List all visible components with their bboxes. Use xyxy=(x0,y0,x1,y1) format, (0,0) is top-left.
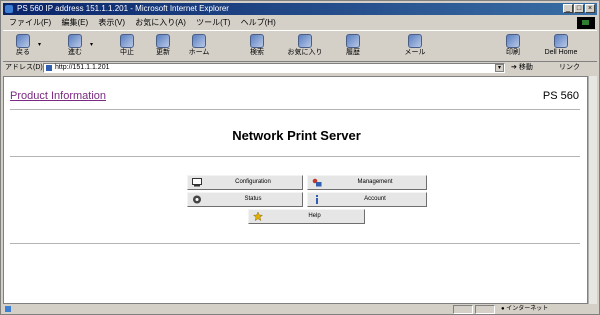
dell-home-icon xyxy=(554,34,568,48)
maximize-button[interactable]: □ xyxy=(574,4,584,13)
zone-label: インターネット xyxy=(506,306,549,312)
management-label: Management xyxy=(357,179,393,185)
home-button[interactable]: ホーム xyxy=(185,33,213,59)
status-label: Status xyxy=(244,196,262,202)
back-button[interactable]: 戻る ▾ xyxy=(9,33,41,59)
window-title: PS 560 IP address 151.1.1.201 - Microsof… xyxy=(17,4,229,13)
address-label: アドレス(D) xyxy=(5,64,43,71)
history-label: 履歴 xyxy=(346,49,360,56)
mail-icon xyxy=(408,34,422,48)
mail-label: メール xyxy=(404,49,426,56)
close-button[interactable]: × xyxy=(585,4,595,13)
search-icon xyxy=(250,34,264,48)
dell-home-button[interactable]: Dell Home xyxy=(541,33,581,59)
help-label: Help xyxy=(308,213,321,219)
go-button[interactable]: ➔ 移動 xyxy=(511,62,533,74)
home-label: ホーム xyxy=(188,49,210,56)
forward-button[interactable]: 進む ▾ xyxy=(61,33,93,59)
search-label: 検索 xyxy=(250,49,264,56)
internet-explorer-icon xyxy=(5,5,13,13)
menu-edit[interactable]: 編集(E) xyxy=(61,18,88,27)
home-icon xyxy=(192,34,206,48)
configuration-icon xyxy=(192,178,202,187)
page-content: Product Information PS 560 Network Print… xyxy=(3,76,588,304)
browser-window: PS 560 IP address 151.1.1.201 - Microsof… xyxy=(0,0,600,315)
favorites-button[interactable]: お気に入り xyxy=(285,33,325,59)
status-pane xyxy=(475,305,495,314)
help-icon xyxy=(253,212,263,221)
status-pane xyxy=(453,305,473,314)
menu-file[interactable]: ファイル(F) xyxy=(9,18,51,27)
go-arrow-icon: ➔ xyxy=(511,64,517,71)
refresh-label: 更新 xyxy=(156,49,170,56)
address-dropdown-icon[interactable]: ▾ xyxy=(495,64,504,72)
vertical-scrollbar[interactable] xyxy=(588,76,597,304)
page-title: Network Print Server xyxy=(232,128,361,143)
globe-icon: ● xyxy=(501,306,505,312)
address-url[interactable]: http://151.1.1.201 xyxy=(55,62,110,74)
menu-help[interactable]: ヘルプ(H) xyxy=(241,18,276,27)
page-done-icon xyxy=(5,306,11,312)
management-icon xyxy=(312,178,322,187)
security-zone: ● インターネット xyxy=(501,305,548,314)
history-icon xyxy=(346,34,360,48)
mail-button[interactable]: メール xyxy=(401,33,429,59)
status-icon xyxy=(193,195,201,204)
address-input[interactable]: http://151.1.1.201 xyxy=(43,63,505,73)
account-button[interactable]: Account xyxy=(307,192,427,207)
help-button[interactable]: Help xyxy=(248,209,365,224)
title-bar[interactable]: PS 560 IP address 151.1.1.201 - Microsof… xyxy=(3,3,597,15)
favorites-label: お気に入り xyxy=(287,49,323,56)
dell-home-label: Dell Home xyxy=(544,49,578,56)
refresh-icon xyxy=(156,34,170,48)
menu-tools[interactable]: ツール(T) xyxy=(196,18,230,27)
address-bar: アドレス(D) http://151.1.1.201 ▾ ➔ 移動 リンク xyxy=(3,62,597,74)
page-icon xyxy=(46,65,52,71)
forward-arrow-icon xyxy=(68,34,82,48)
refresh-button[interactable]: 更新 xyxy=(149,33,177,59)
links-button[interactable]: リンク xyxy=(559,62,580,74)
forward-label: 進む xyxy=(68,49,82,56)
back-label: 戻る xyxy=(16,49,30,56)
section-divider xyxy=(10,156,580,157)
windows-logo-icon xyxy=(577,17,595,29)
configuration-label: Configuration xyxy=(235,179,271,185)
chevron-down-icon[interactable]: ▾ xyxy=(38,41,41,48)
menu-view[interactable]: 表示(V) xyxy=(98,18,125,27)
account-label: Account xyxy=(364,196,386,202)
stop-icon xyxy=(120,34,134,48)
back-arrow-icon xyxy=(16,34,30,48)
model-name: PS 560 xyxy=(542,90,579,102)
product-information-link[interactable]: Product Information xyxy=(10,90,106,102)
menu-favorites[interactable]: お気に入り(A) xyxy=(135,18,186,27)
configuration-button[interactable]: Configuration xyxy=(187,175,303,190)
print-icon xyxy=(506,34,520,48)
chevron-down-icon[interactable]: ▾ xyxy=(90,41,93,48)
favorites-icon xyxy=(298,34,312,48)
print-label: 印刷 xyxy=(506,49,520,56)
minimize-button[interactable]: _ xyxy=(563,4,573,13)
stop-button[interactable]: 中止 xyxy=(113,33,141,59)
status-bar: ● インターネット xyxy=(3,305,597,314)
management-button[interactable]: Management xyxy=(307,175,427,190)
go-label: 移動 xyxy=(518,64,533,71)
menu-bar: ファイル(F) 編集(E) 表示(V) お気に入り(A) ツール(T) ヘルプ(… xyxy=(3,16,597,29)
toolbar: 戻る ▾ 進む ▾ 中止 更新 ホーム 検索 お気に入り 履歴 メール 印刷 D… xyxy=(3,30,597,62)
footer-divider xyxy=(10,243,580,244)
search-button[interactable]: 検索 xyxy=(243,33,271,59)
account-icon xyxy=(316,195,318,204)
status-button[interactable]: Status xyxy=(187,192,303,207)
stop-label: 中止 xyxy=(120,49,134,56)
header-divider xyxy=(10,109,580,110)
print-button[interactable]: 印刷 xyxy=(499,33,527,59)
history-button[interactable]: 履歴 xyxy=(339,33,367,59)
